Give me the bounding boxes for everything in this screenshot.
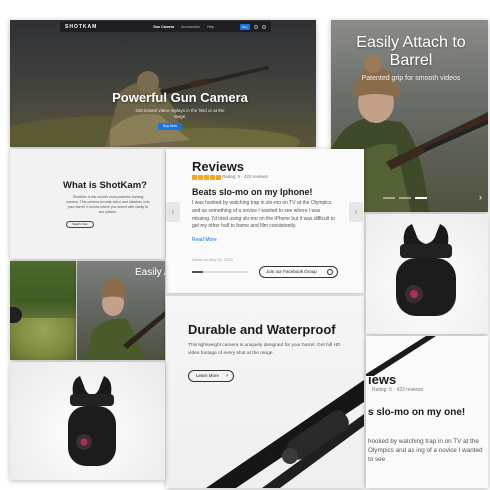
star-icon	[216, 175, 221, 180]
durable-section: Durable and Waterproof This lightweight …	[166, 296, 364, 488]
nav-links: Gun Camera Accessories Help	[153, 25, 214, 29]
hero-section: SHOTKAM Gun Camera Accessories Help Buy …	[10, 20, 316, 147]
carousel-dot[interactable]	[399, 197, 411, 199]
hero-buy-button[interactable]: Buy Now	[158, 123, 182, 130]
reviews-title: Reviews	[192, 159, 245, 174]
hero-title: Powerful Gun Camera	[112, 90, 248, 105]
carousel-dots	[383, 197, 427, 199]
chevron-right-icon[interactable]: ›	[349, 202, 363, 222]
reviews-title: iews	[368, 372, 397, 387]
progress-fill	[192, 271, 204, 273]
reviews-section: Reviews Rating: 5 · 423 reviews Beats sl…	[166, 149, 364, 293]
search-icon[interactable]	[254, 24, 258, 29]
carousel-dot-active[interactable]	[415, 197, 427, 199]
facebook-group-label: Join our Facebook Group	[266, 269, 317, 274]
brand-logo[interactable]: SHOTKAM	[65, 24, 97, 30]
field-photo	[10, 261, 76, 360]
facebook-group-button[interactable]: Join our Facebook Group	[259, 266, 338, 278]
facebook-icon	[327, 269, 333, 275]
star-icon	[198, 175, 203, 180]
review-body: I was hooked by watching trap in slo-mo …	[192, 200, 335, 230]
nav-buy-button[interactable]: Buy	[240, 23, 250, 30]
clip-product-shot-2	[10, 362, 165, 480]
hedge-image	[10, 318, 76, 360]
what-is-body: ShotKam is the world's most powerful tra…	[66, 195, 150, 214]
carousel-dot[interactable]	[383, 197, 395, 199]
what-is-title: What is ShotKam?	[63, 180, 147, 191]
nav-link-gun-camera[interactable]: Gun Camera	[153, 25, 174, 29]
attach-title: Easily Attach to Barrel	[356, 34, 466, 69]
clip-product-shot	[366, 214, 488, 334]
cart-icon[interactable]	[262, 24, 266, 29]
review-headline: s slo-mo on my one!	[368, 407, 466, 418]
star-rating	[192, 175, 221, 180]
chevron-right-icon[interactable]: ›	[479, 192, 482, 202]
chevron-left-icon[interactable]: ‹	[166, 202, 180, 222]
camera-clip-image	[68, 376, 116, 466]
what-is-section: What is ShotKam? ShotKam is the world's …	[10, 149, 165, 259]
hero-subtitle: Get instant video replays in the field o…	[135, 108, 225, 119]
star-icon	[204, 175, 209, 180]
barrel-image	[366, 336, 436, 376]
attach-section-mobile: Easily At to B	[77, 261, 165, 360]
star-icon	[192, 175, 197, 180]
reviews-section-mobile: iews Rating: 5 · 423 reviews s slo-mo on…	[366, 336, 488, 488]
attach-mobile-title: Easily At to B	[135, 267, 165, 278]
star-icon	[210, 175, 215, 180]
review-body: hooked by watching trap in on TV at the …	[368, 438, 483, 464]
camera-clip-image	[396, 224, 456, 316]
read-more-link[interactable]: Read More	[192, 237, 217, 243]
collage-canvas: SHOTKAM Gun Camera Accessories Help Buy …	[0, 0, 490, 490]
nav-link-accessories[interactable]: Accessories	[181, 25, 200, 29]
nav-link-help[interactable]: Help	[207, 25, 214, 29]
top-navbar: SHOTKAM Gun Camera Accessories Help Buy	[60, 21, 271, 32]
rating-summary: Rating: 5 · 423 reviews	[222, 174, 269, 179]
rating-summary: Rating: 5 · 423 reviews	[372, 387, 424, 393]
watch-now-button[interactable]: Watch Now	[66, 221, 94, 228]
attach-subtitle: Patented grip for smooth videos	[361, 75, 461, 82]
review-date: David on May 31, 2021	[192, 257, 234, 262]
barrel-camera-photo	[206, 380, 364, 488]
review-headline: Beats slo-mo on my Iphone!	[192, 187, 313, 197]
review-carousel-progress	[192, 271, 248, 273]
